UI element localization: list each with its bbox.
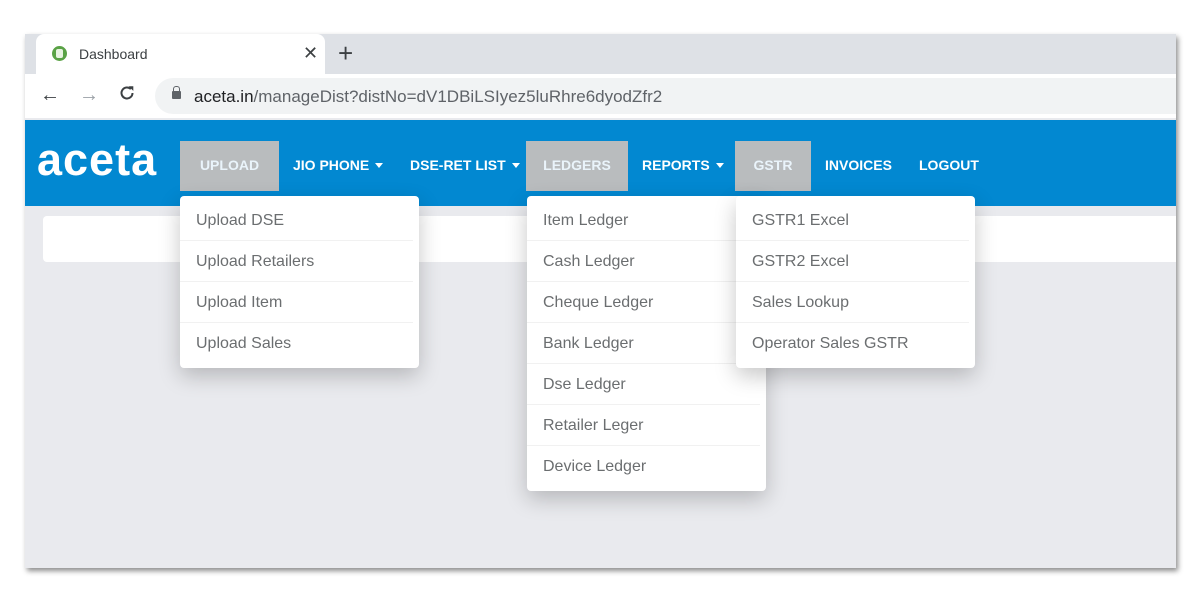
site-navbar: aceta UPLOAD JIO PHONE DSE-RET LIST LEDG… xyxy=(25,120,1176,206)
nav-upload[interactable]: UPLOAD xyxy=(180,141,279,191)
nav-invoices[interactable]: INVOICES xyxy=(825,141,892,191)
close-tab-icon[interactable]: ✕ xyxy=(303,42,318,64)
menu-item-cheque-ledger[interactable]: Cheque Ledger xyxy=(527,282,760,323)
address-bar[interactable]: aceta.in/manageDist?distNo=dV1DBiLSIyez5… xyxy=(155,78,1176,114)
forward-arrow-icon[interactable]: → xyxy=(79,84,99,106)
menu-item-retailer-leger[interactable]: Retailer Leger xyxy=(527,405,760,446)
nav-ledgers[interactable]: LEDGERS xyxy=(526,141,628,191)
menu-item-sales-lookup[interactable]: Sales Lookup xyxy=(736,282,969,323)
nav-gstr-label: GSTR xyxy=(753,157,793,173)
browser-window: Dashboard ✕ + ← → aceta.in/manageDist?di… xyxy=(25,34,1176,568)
nav-dse-ret-list[interactable]: DSE-RET LIST xyxy=(410,141,520,191)
menu-item-upload-item[interactable]: Upload Item xyxy=(180,282,413,323)
menu-item-upload-sales[interactable]: Upload Sales xyxy=(180,323,413,364)
tab-strip: Dashboard ✕ + xyxy=(25,34,1176,76)
nav-ledgers-label: LEDGERS xyxy=(543,157,611,173)
nav-reports-label: REPORTS xyxy=(642,157,710,173)
caret-down-icon xyxy=(511,163,520,168)
ledgers-dropdown: Item Ledger Cash Ledger Cheque Ledger Ba… xyxy=(527,196,766,491)
browser-tab-dashboard[interactable]: Dashboard ✕ xyxy=(36,34,325,76)
upload-dropdown: Upload DSE Upload Retailers Upload Item … xyxy=(180,196,419,368)
menu-item-cash-ledger[interactable]: Cash Ledger xyxy=(527,241,760,282)
back-arrow-icon[interactable]: ← xyxy=(40,84,60,106)
menu-item-bank-ledger[interactable]: Bank Ledger xyxy=(527,323,760,364)
menu-item-gstr2-excel[interactable]: GSTR2 Excel xyxy=(736,241,969,282)
tab-title: Dashboard xyxy=(79,46,148,62)
nav-gstr[interactable]: GSTR xyxy=(735,141,811,191)
menu-item-upload-dse[interactable]: Upload DSE xyxy=(180,200,413,241)
menu-item-device-ledger[interactable]: Device Ledger xyxy=(527,446,760,487)
menu-item-upload-retailers[interactable]: Upload Retailers xyxy=(180,241,413,282)
nav-jio-phone[interactable]: JIO PHONE xyxy=(293,141,384,191)
reload-icon[interactable] xyxy=(118,84,136,107)
nav-upload-label: UPLOAD xyxy=(199,157,260,173)
nav-logout-label: LOGOUT xyxy=(919,157,979,173)
url-text: aceta.in/manageDist?distNo=dV1DBiLSIyez5… xyxy=(194,87,663,106)
nav-reports[interactable]: REPORTS xyxy=(642,141,724,191)
brand-logo[interactable]: aceta xyxy=(37,132,157,188)
new-tab-button[interactable]: + xyxy=(338,40,353,66)
nav-jio-phone-label: JIO PHONE xyxy=(293,157,370,173)
menu-item-gstr1-excel[interactable]: GSTR1 Excel xyxy=(736,200,969,241)
nav-invoices-label: INVOICES xyxy=(825,157,892,173)
nav-dse-ret-list-label: DSE-RET LIST xyxy=(410,157,506,173)
menu-item-item-ledger[interactable]: Item Ledger xyxy=(527,200,760,241)
browser-toolbar: ← → aceta.in/manageDist?distNo=dV1DBiLSI… xyxy=(25,74,1176,118)
favicon-icon xyxy=(52,46,67,61)
lock-icon xyxy=(172,86,181,99)
caret-down-icon xyxy=(375,163,384,168)
gstr-dropdown: GSTR1 Excel GSTR2 Excel Sales Lookup Ope… xyxy=(736,196,975,368)
nav-logout[interactable]: LOGOUT xyxy=(919,141,979,191)
caret-down-icon xyxy=(715,163,724,168)
menu-item-operator-sales-gstr[interactable]: Operator Sales GSTR xyxy=(736,323,969,364)
menu-item-dse-ledger[interactable]: Dse Ledger xyxy=(527,364,760,405)
